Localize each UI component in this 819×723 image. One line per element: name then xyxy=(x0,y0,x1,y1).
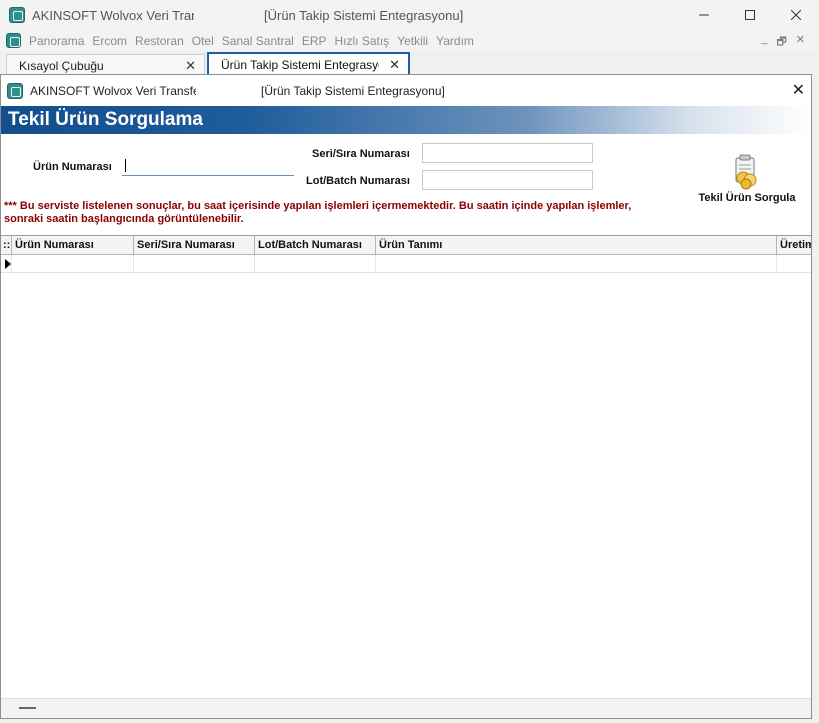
page-banner: Tekil Ürün Sorgulama xyxy=(1,106,811,134)
menu-item-restoran[interactable]: Restoran xyxy=(135,34,184,48)
table-cell[interactable] xyxy=(255,255,376,273)
row-pointer-icon xyxy=(5,259,11,269)
menu-item-ercom[interactable]: Ercom xyxy=(92,34,127,48)
tab-kisayol-cubugu[interactable]: Kısayol Çubuğu ✕ xyxy=(6,54,205,76)
status-grip-icon xyxy=(19,707,36,709)
minimize-button[interactable] xyxy=(681,0,727,30)
lot-batch-label: Lot/Batch Numarası xyxy=(306,175,410,187)
form-app-icon xyxy=(7,82,23,99)
urun-numarasi-input[interactable] xyxy=(122,156,294,176)
tekil-urun-sorgula-button[interactable]: Tekil Ürün Sorgula xyxy=(691,154,803,214)
form-close-icon[interactable]: ✕ xyxy=(792,80,805,100)
grid-header: :: Ürün Numarası Seri/Sıra Numarası Lot/… xyxy=(1,236,811,255)
form-app-title: AKINSOFT Wolvox Veri Transfer xyxy=(30,83,196,98)
tab-close-icon[interactable]: ✕ xyxy=(185,58,196,74)
query-button-label: Tekil Ürün Sorgula xyxy=(698,192,796,204)
row-indicator-cell xyxy=(1,255,12,273)
maximize-button[interactable] xyxy=(727,0,773,30)
window-app-title: AKINSOFT Wolvox Veri Transfer xyxy=(32,7,194,23)
menu-app-icon[interactable] xyxy=(6,33,21,48)
document-search-icon xyxy=(730,154,764,190)
window-controls xyxy=(681,0,819,30)
page-title: Tekil Ürün Sorgulama xyxy=(8,109,203,130)
mdi-controls: _ 🗗 ✕ xyxy=(761,33,805,52)
status-bar xyxy=(1,698,811,718)
column-header-uretim[interactable]: Üretim xyxy=(777,236,811,254)
window-doc-title: [Ürün Takip Sistemi Entegrasyonu] xyxy=(264,7,464,23)
minimize-icon xyxy=(699,14,709,16)
app-logo-icon xyxy=(9,7,25,23)
mdi-minimize-icon[interactable]: _ xyxy=(761,33,767,52)
seri-sira-input[interactable] xyxy=(422,143,593,163)
urun-numarasi-label: Ürün Numarası xyxy=(33,161,112,173)
tab-close-icon[interactable]: ✕ xyxy=(389,57,400,73)
seri-sira-label: Seri/Sıra Numarası xyxy=(312,148,410,160)
menu-item-yardim[interactable]: Yardım xyxy=(436,34,474,48)
menu-item-sanal-santral[interactable]: Sanal Santral xyxy=(222,34,294,48)
column-header-urun-numarasi[interactable]: Ürün Numarası xyxy=(12,236,134,254)
column-header-seri-sira[interactable]: Seri/Sıra Numarası xyxy=(134,236,255,254)
tab-strip: Kısayol Çubuğu ✕ Ürün Takip Sistemi Ente… xyxy=(0,51,819,76)
menu-item-yetkili[interactable]: Yetkili xyxy=(397,34,428,48)
column-header-lot-batch[interactable]: Lot/Batch Numarası xyxy=(255,236,376,254)
table-cell[interactable] xyxy=(12,255,134,273)
menu-item-panorama[interactable]: Panorama xyxy=(29,34,84,48)
window-titlebar: AKINSOFT Wolvox Veri Transfer [Ürün Taki… xyxy=(0,0,819,30)
form-doc-title: [Ürün Takip Sistemi Entegrasyonu] xyxy=(261,83,445,98)
table-cell[interactable] xyxy=(134,255,255,273)
close-button[interactable] xyxy=(773,0,819,30)
search-form: Ürün Numarası Seri/Sıra Numarası Lot/Bat… xyxy=(1,134,811,231)
form-frame: AKINSOFT Wolvox Veri Transfer [Ürün Taki… xyxy=(0,74,812,719)
table-row[interactable] xyxy=(1,255,811,273)
lot-batch-input[interactable] xyxy=(422,170,593,190)
tab-label: Ürün Takip Sistemi Entegrasyonu xyxy=(221,58,379,72)
text-caret xyxy=(125,159,126,172)
tab-urun-takip[interactable]: Ürün Takip Sistemi Entegrasyonu ✕ xyxy=(207,52,410,76)
column-header-urun-tanimi[interactable]: Ürün Tanımı xyxy=(376,236,777,254)
menu-item-erp[interactable]: ERP xyxy=(302,34,327,48)
tab-label: Kısayol Çubuğu xyxy=(19,58,104,73)
table-cell[interactable] xyxy=(376,255,777,273)
menu-item-otel[interactable]: Otel xyxy=(192,34,214,48)
mdi-restore-icon[interactable]: 🗗 xyxy=(776,33,786,52)
warning-message: *** Bu serviste listelenen sonuçlar, bu … xyxy=(4,200,632,225)
close-icon xyxy=(791,10,801,20)
form-titlebar: AKINSOFT Wolvox Veri Transfer [Ürün Taki… xyxy=(1,75,811,106)
menu-item-hizli-satis[interactable]: Hızlı Satış xyxy=(335,34,390,48)
table-cell[interactable] xyxy=(777,255,811,273)
grid-indicator-header[interactable]: :: xyxy=(1,236,12,254)
menu-bar: Panorama Ercom Restoran Otel Sanal Santr… xyxy=(0,30,819,51)
maximize-icon xyxy=(745,10,755,20)
mdi-close-icon[interactable]: ✕ xyxy=(796,33,805,52)
results-grid[interactable]: :: Ürün Numarası Seri/Sıra Numarası Lot/… xyxy=(1,235,811,698)
